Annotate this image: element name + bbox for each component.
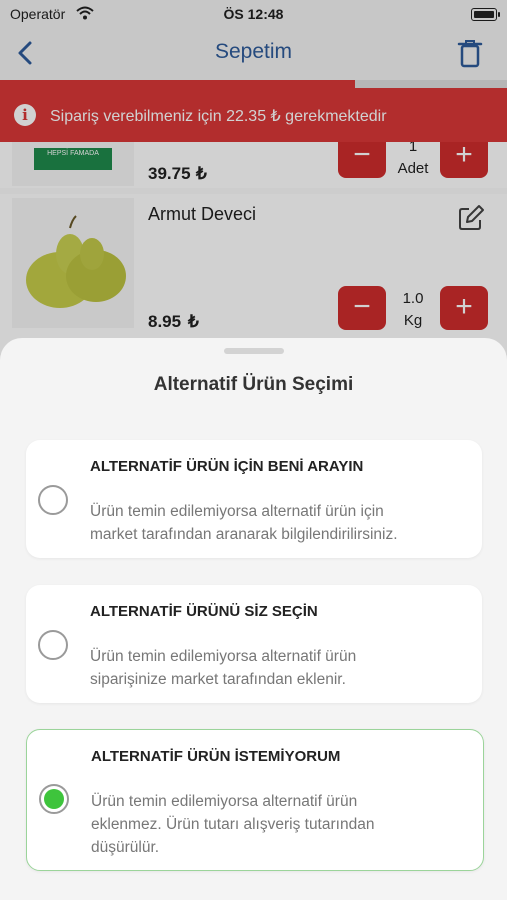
option-title: ALTERNATİF ÜRÜNÜ SİZ SEÇİN [90, 603, 318, 620]
radio-selected-dot [44, 789, 64, 809]
option-description: Ürün temin edilemiyorsa alternatif ürün … [90, 645, 470, 691]
option-desc-line: Ürün temin edilemiyorsa alternatif ürün [90, 648, 357, 665]
option-desc-line: Ürün temin edilemiyorsa alternatif ürün [91, 793, 358, 810]
radio-button[interactable] [38, 485, 68, 515]
sheet-title: Alternatif Ürün Seçimi [153, 374, 354, 395]
option-no-alternative[interactable]: ALTERNATİF ÜRÜN İSTEMİYORUM Ürün temin e… [26, 729, 484, 871]
option-description: Ürün temin edilemiyorsa alternatif ürün … [90, 500, 470, 546]
radio-button-selected[interactable] [39, 784, 69, 814]
option-desc-line: market tarafından aranarak bilgilendiril… [90, 526, 398, 543]
alternative-product-sheet: Alternatif Ürün Seçimi ALTERNATİF ÜRÜN İ… [0, 338, 507, 900]
option-call-me[interactable]: ALTERNATİF ÜRÜN İÇİN BENİ ARAYIN Ürün te… [26, 440, 482, 558]
radio-button[interactable] [38, 630, 68, 660]
option-you-choose[interactable]: ALTERNATİF ÜRÜNÜ SİZ SEÇİN Ürün temin ed… [26, 585, 482, 703]
sheet-drag-handle[interactable] [224, 348, 284, 354]
option-description: Ürün temin edilemiyorsa alternatif ürün … [91, 790, 471, 859]
option-desc-line: Ürün temin edilemiyorsa alternatif ürün … [90, 503, 384, 520]
option-title: ALTERNATİF ÜRÜN İÇİN BENİ ARAYIN [90, 458, 364, 475]
option-desc-line: siparişinize market tarafından eklenir. [90, 671, 346, 688]
option-title: ALTERNATİF ÜRÜN İSTEMİYORUM [91, 748, 341, 765]
option-desc-line: düşürülür. [91, 839, 160, 856]
option-desc-line: eklenmez. Ürün tutarı alışveriş tutarınd… [91, 816, 375, 833]
